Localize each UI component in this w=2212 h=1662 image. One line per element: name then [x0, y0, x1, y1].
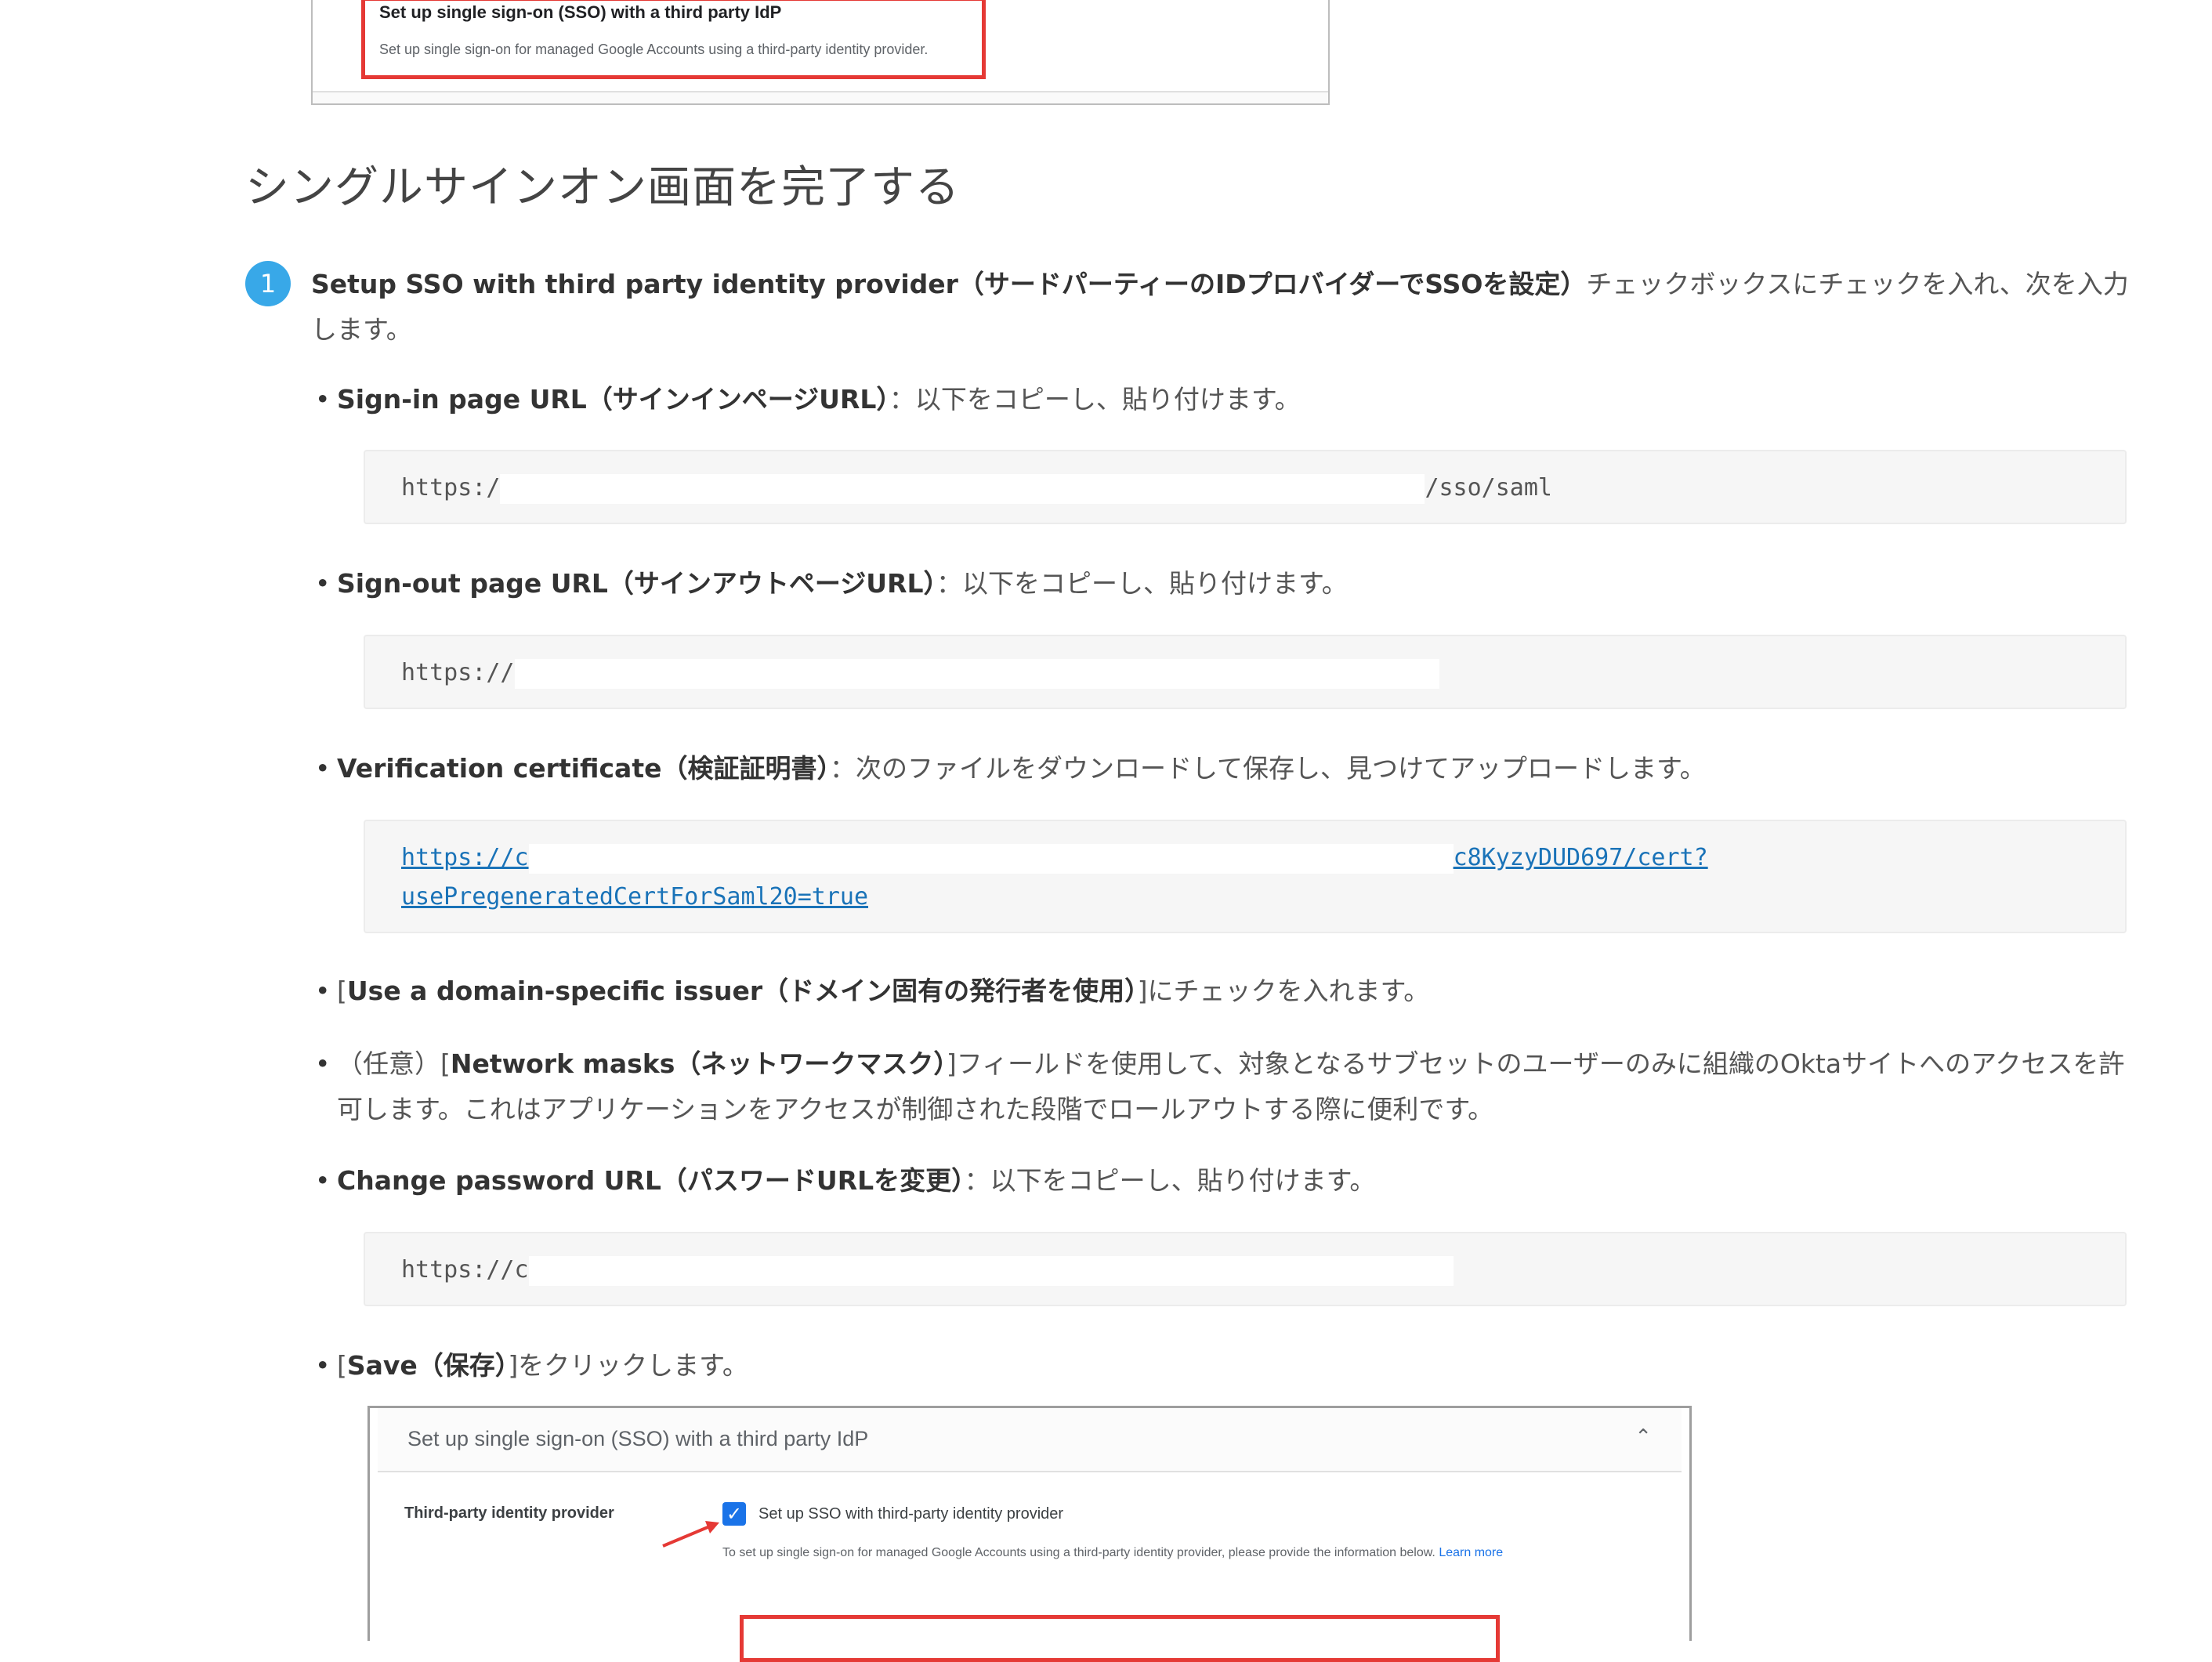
- bottom-screenshot-description: To set up single sign-on for managed Goo…: [722, 1541, 1537, 1565]
- signout-rest: ：以下をコピーし、貼り付けます。: [936, 568, 1348, 599]
- issuer-pre: [: [337, 976, 347, 1006]
- signin-url-suffix: /sso/saml: [1425, 474, 1552, 501]
- password-rest: ：以下をコピーし、貼り付けます。: [964, 1165, 1376, 1196]
- signin-bold: Sign-in page URL（サインインページURL）: [337, 384, 889, 415]
- step-number-badge: 1: [245, 261, 291, 306]
- chevron-up-icon[interactable]: ⌃: [1635, 1425, 1652, 1449]
- cert-url-code: https://c c8KyzyDUD697/cert? usePregenera…: [364, 820, 2127, 933]
- learn-more-link[interactable]: Learn more: [1439, 1546, 1503, 1559]
- bottom-screenshot-title: Set up single sign-on (SSO) with a third…: [407, 1427, 869, 1450]
- step-bold: Setup SSO with third party identity prov…: [311, 269, 1587, 299]
- cert-bold: Verification certificate（検証証明書）: [337, 753, 830, 784]
- top-screenshot-title: Set up single sign-on (SSO) with a third…: [379, 2, 782, 22]
- bottom-screenshot-header[interactable]: Set up single sign-on (SSO) with a third…: [378, 1408, 1682, 1472]
- signout-bold: Sign-out page URL（サインアウトページURL）: [337, 568, 937, 599]
- save-rest: ]をクリックします。: [508, 1350, 748, 1381]
- redacted-mask: [528, 1255, 1454, 1286]
- list-item-network-masks: （任意）[Network masks（ネットワークマスク）]フィールドを使用して…: [315, 1041, 2139, 1132]
- signin-url-prefix: https:/: [401, 474, 501, 501]
- bottom-screenshot-label: Third-party identity provider: [404, 1504, 614, 1522]
- signin-url-code[interactable]: https:/ /sso/saml: [364, 450, 2127, 524]
- signin-rest: ：以下をコピーし、貼り付けます。: [889, 384, 1301, 415]
- masks-pre: （任意）[: [337, 1048, 451, 1079]
- section-heading: シングルサインオン画面を完了する: [245, 162, 960, 213]
- bs-desc-text: To set up single sign-on for managed Goo…: [722, 1546, 1435, 1559]
- list-item-save: [Save（保存）]をクリックします。: [315, 1343, 2139, 1389]
- top-screenshot: Set up single sign-on (SSO) with a third…: [311, 0, 1330, 105]
- sso-checkbox-label: Set up SSO with third-party identity pro…: [758, 1505, 1064, 1523]
- password-bold: Change password URL（パスワードURLを変更）: [337, 1165, 965, 1196]
- sso-checkbox[interactable]: ✓: [722, 1502, 746, 1526]
- password-url-code[interactable]: https://c: [364, 1232, 2127, 1306]
- cert-link-line2[interactable]: usePregeneratedCertForSaml20=true: [401, 883, 868, 911]
- cert-rest: ：次のファイルをダウンロードして保存し、見つけてアップロードします。: [829, 753, 1706, 784]
- masks-bold: Network masks（ネットワークマスク）: [450, 1048, 947, 1079]
- top-screenshot-description: Set up single sign-on for managed Google…: [379, 42, 929, 57]
- redacted-mask: [528, 843, 1454, 874]
- list-item-cert: Verification certificate（検証証明書）：次のファイルをダ…: [315, 746, 2139, 791]
- redacted-mask: [514, 658, 1439, 689]
- signout-url-code[interactable]: https://: [364, 635, 2127, 709]
- save-bold: Save（保存）: [346, 1350, 509, 1381]
- cert-url-suffix: c8KyzyDUD697/cert?: [1453, 844, 1708, 871]
- bottom-screenshot: Set up single sign-on (SSO) with a third…: [367, 1406, 1692, 1662]
- save-pre: [: [337, 1350, 347, 1381]
- bottom-screenshot-highlight: [740, 1615, 1500, 1662]
- cert-url-prefix: https://c: [401, 844, 529, 871]
- list-item-signout: Sign-out page URL（サインアウトページURL）：以下をコピーし、…: [315, 561, 2139, 607]
- issuer-bold: Use a domain-specific issuer（ドメイン固有の発行者を…: [346, 976, 1138, 1006]
- cert-link[interactable]: https://c c8KyzyDUD697/cert?: [401, 843, 1708, 874]
- issuer-rest: ]にチェックを入れます。: [1137, 976, 1430, 1006]
- list-item-password: Change password URL（パスワードURLを変更）：以下をコピーし…: [315, 1158, 2139, 1204]
- signout-url-prefix: https://: [401, 659, 515, 686]
- step-text: Setup SSO with third party identity prov…: [311, 262, 2145, 353]
- red-arrow-icon: [662, 1521, 719, 1548]
- list-item-signin: Sign-in page URL（サインインページURL）：以下をコピーし、貼り…: [315, 377, 2139, 422]
- top-screenshot-highlight: Set up single sign-on (SSO) with a third…: [361, 0, 986, 79]
- list-item-issuer: [Use a domain-specific issuer（ドメイン固有の発行者…: [315, 969, 2139, 1014]
- redacted-mask: [500, 473, 1425, 504]
- password-url-prefix: https://c: [401, 1256, 529, 1284]
